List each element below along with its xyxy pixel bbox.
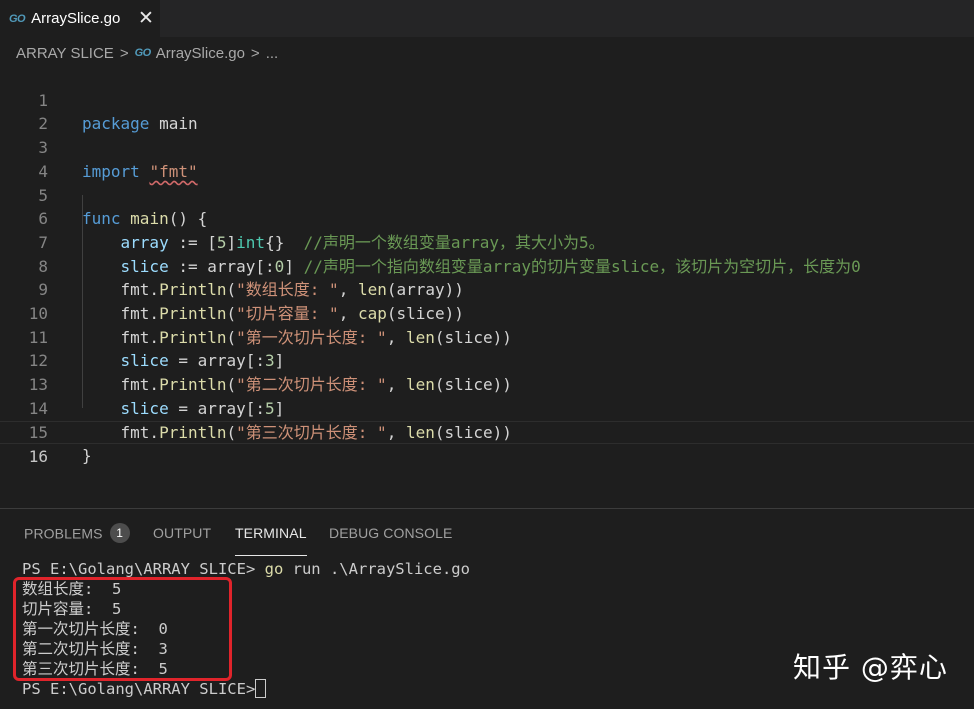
code-line[interactable]: 15 } — [0, 397, 974, 466]
code-line[interactable]: 10 fmt.Println("第一次切片长度: ", len(slice)) — [0, 278, 974, 347]
tab-arrayslice-go[interactable]: GO ArraySlice.go ✕ — [0, 0, 160, 37]
code-editor[interactable]: 1 package main 2 3 import "fmt" 4 5 func… — [0, 65, 974, 505]
code-text: } — [82, 446, 92, 466]
go-file-icon: GO — [134, 47, 152, 59]
terminal-prompt: PS E:\Golang\ARRAY SLICE> — [22, 560, 256, 578]
tab-terminal[interactable]: TERMINAL — [235, 525, 307, 556]
watermark: 知乎 @弈心 — [793, 651, 948, 684]
code-line[interactable]: 13 slice = array[:5] — [0, 349, 974, 418]
problems-count-badge: 1 — [109, 523, 130, 543]
code-line[interactable]: 9 fmt.Println("切片容量: ", cap(slice)) — [0, 255, 974, 323]
code-line[interactable]: 12 fmt.Println("第二次切片长度: ", len(slice)) — [0, 326, 974, 394]
tab-problems-label: PROBLEMS — [24, 525, 103, 542]
breadcrumb-folder[interactable]: ARRAY SLICE — [16, 45, 114, 62]
terminal-cursor — [255, 679, 267, 698]
close-icon[interactable]: ✕ — [138, 7, 154, 30]
code-line[interactable]: 2 — [0, 89, 974, 133]
highlight-box — [13, 577, 232, 681]
chevron-right-icon: > — [119, 44, 129, 62]
code-line-current[interactable]: 16 — [0, 420, 974, 466]
terminal-command-line: PS E:\Golang\ARRAY SLICE> go run .\Array… — [22, 559, 470, 579]
tab-label: ArraySlice.go — [31, 10, 121, 27]
breadcrumb: ARRAY SLICE > GO ArraySlice.go > ... — [16, 43, 278, 63]
code-line[interactable]: 11 slice = array[:3] — [0, 302, 974, 371]
tab-debug-console[interactable]: DEBUG CONSOLE — [329, 525, 452, 549]
code-line[interactable]: 1 package main — [0, 65, 974, 134]
terminal-prompt-line: PS E:\Golang\ARRAY SLICE> — [22, 679, 470, 699]
code-line[interactable]: 8 fmt.Println("数组长度: ", len(array)) — [0, 231, 974, 300]
code-line[interactable]: 7 slice := array[:0] //声明一个指向数组变量array的切… — [0, 207, 974, 276]
terminal-command-args: run .\ArraySlice.go — [283, 560, 470, 578]
line-number: 16 — [28, 447, 48, 467]
code-line[interactable]: 3 import "fmt" — [0, 112, 974, 181]
tab-output[interactable]: OUTPUT — [153, 525, 211, 549]
code-line[interactable]: 4 — [0, 136, 974, 181]
terminal-command: go — [264, 560, 284, 578]
chevron-right-icon: > — [250, 44, 260, 62]
go-file-icon: GO — [9, 12, 26, 25]
breadcrumb-file[interactable]: ArraySlice.go — [156, 45, 245, 62]
editor-tab-bar: GO ArraySlice.go ✕ — [0, 0, 974, 37]
code-line[interactable]: 14 fmt.Println("第三次切片长度: ", len(slice)) — [0, 373, 974, 442]
code-line[interactable]: 6 array := [5]int{} //声明一个数组变量array，其大小为… — [0, 184, 974, 252]
terminal-prompt: PS E:\Golang\ARRAY SLICE> — [22, 680, 256, 698]
breadcrumb-more[interactable]: ... — [266, 45, 279, 62]
code-line[interactable]: 5 func main() { — [0, 160, 974, 229]
tab-problems[interactable]: PROBLEMS 1 — [24, 523, 130, 549]
